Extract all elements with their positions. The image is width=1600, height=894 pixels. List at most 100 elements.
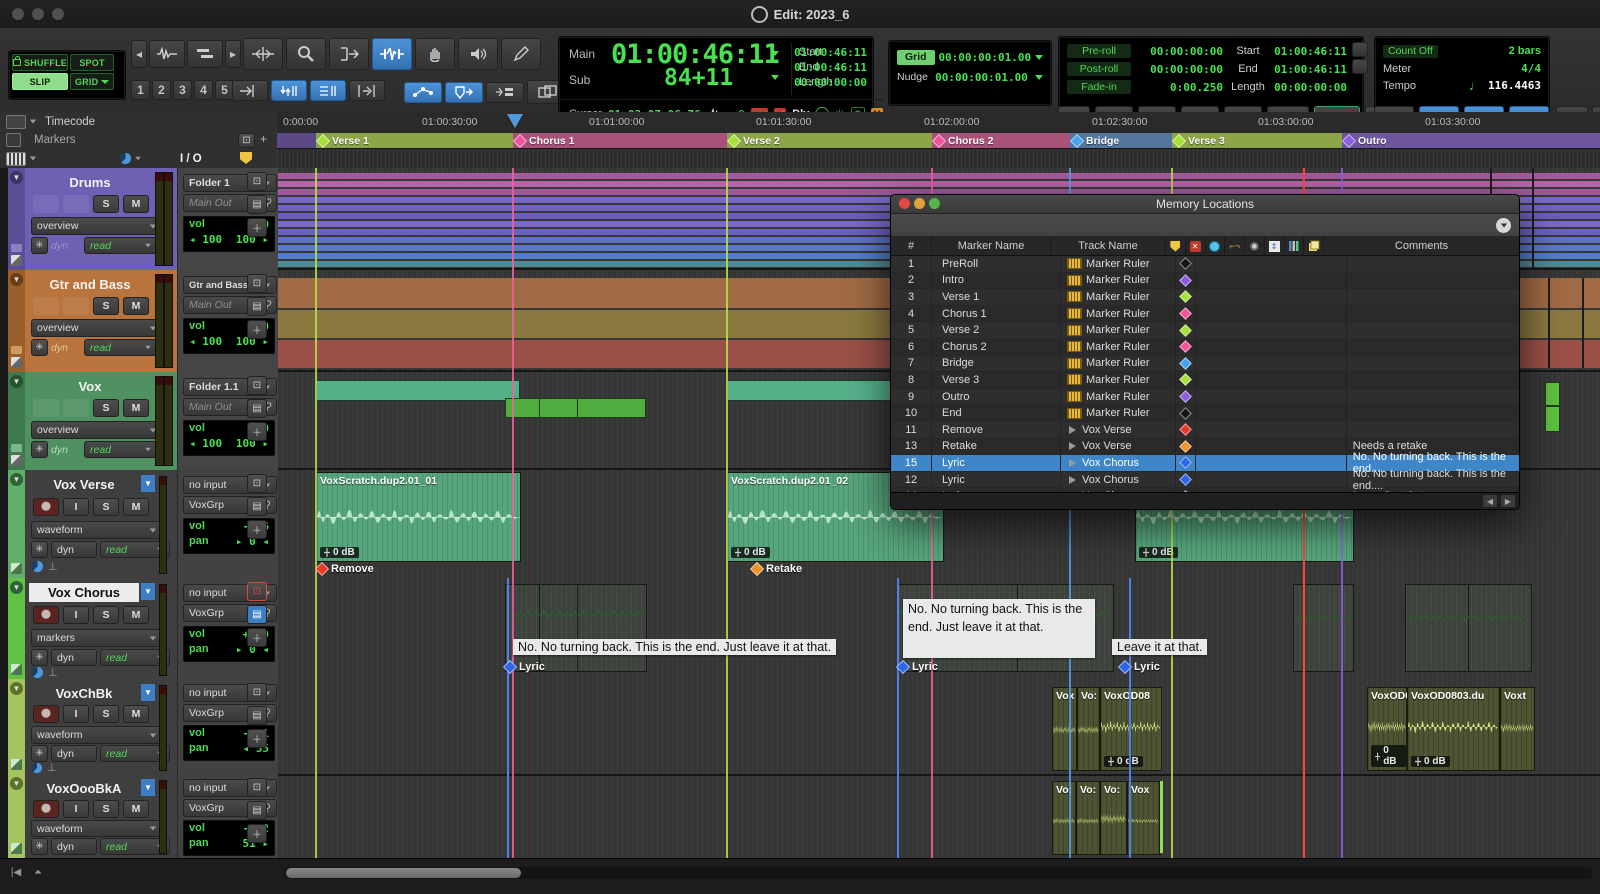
clip-gain-badge[interactable]: 0 dB bbox=[1371, 745, 1406, 767]
markers-ruler-label[interactable]: Markers bbox=[34, 134, 76, 146]
pan-left-value[interactable]: ◂ 100 bbox=[189, 233, 222, 246]
link-timeline-edit-icon[interactable] bbox=[271, 80, 307, 101]
track-name-vox-verse[interactable]: Vox Verse bbox=[29, 475, 139, 494]
sel-start-value[interactable]: 01:00:46:11 bbox=[775, 45, 867, 60]
location-diamond-icon[interactable] bbox=[1179, 390, 1192, 403]
timebase-selector-icon[interactable]: ▼ bbox=[141, 779, 155, 796]
track-view-selector[interactable]: waveform bbox=[31, 820, 163, 837]
record-enable-button[interactable] bbox=[33, 800, 59, 818]
collapse-track-icon[interactable]: ▼ bbox=[10, 777, 23, 790]
group-property-icon[interactable] bbox=[1285, 237, 1305, 255]
markers-ruler-icon[interactable] bbox=[6, 133, 21, 147]
zoom-preset-1-button[interactable]: 1 bbox=[131, 80, 150, 100]
track-header-vox-verse[interactable]: ▼ Vox Verse ▼ I S M waveform ✳ dyn read … bbox=[0, 470, 277, 580]
location-diamond-icon[interactable] bbox=[1179, 423, 1192, 436]
oooa-clip-2[interactable]: Vo: bbox=[1076, 781, 1100, 855]
record-enable-button[interactable] bbox=[33, 705, 59, 723]
comments-button[interactable]: ▤ bbox=[247, 706, 267, 725]
memory-row[interactable]: 1 PreRoll Marker Ruler bbox=[891, 256, 1519, 273]
mute-button[interactable]: M bbox=[123, 195, 149, 213]
memory-row[interactable]: 2 Intro Marker Ruler bbox=[891, 273, 1519, 290]
marker-band-chorus1[interactable]: Chorus 1 bbox=[513, 133, 728, 148]
elastic-audio-button[interactable]: ✳ bbox=[31, 745, 48, 762]
oooa-clip-4[interactable]: Vox bbox=[1127, 781, 1160, 855]
tab-to-transient-icon[interactable] bbox=[232, 80, 268, 101]
go-to-start-icon[interactable]: |◀ bbox=[8, 865, 24, 879]
location-diamond-icon[interactable] bbox=[1179, 473, 1192, 486]
track-view-selector[interactable]: overview bbox=[31, 421, 163, 439]
meter-value[interactable]: 4/4 bbox=[1521, 62, 1541, 75]
pre-roll-value[interactable]: 00:00:00:00 bbox=[1131, 45, 1223, 58]
chbk-clip-2[interactable]: Vo: bbox=[1077, 687, 1100, 771]
tempo-label[interactable]: Tempo bbox=[1383, 80, 1416, 92]
comments-button[interactable]: ▤ bbox=[247, 399, 267, 418]
chbk-clip-5[interactable]: VoxOD0803.du 0 dB bbox=[1407, 687, 1500, 771]
transport-expand-top-button[interactable] bbox=[1352, 42, 1368, 57]
record-enable-button[interactable] bbox=[33, 606, 59, 624]
pre-roll-toggle[interactable]: Pre-roll bbox=[1067, 44, 1131, 58]
voxoooa-lane[interactable]: Vo: Vo: Vo: Vox bbox=[277, 776, 1600, 858]
verse2-marker-icon[interactable] bbox=[727, 133, 741, 147]
automation-mode-selector[interactable]: read bbox=[84, 441, 158, 458]
collapse-folder-icon[interactable]: ▼ bbox=[10, 273, 23, 286]
output-window-icon[interactable]: ⊥ bbox=[48, 560, 58, 573]
output-window-icon[interactable]: ⊥ bbox=[47, 761, 57, 774]
count-off-value[interactable]: 2 bars bbox=[1509, 45, 1541, 57]
insert-add-button[interactable]: ＋ bbox=[247, 320, 267, 339]
zoomer-tool-icon[interactable] bbox=[286, 38, 326, 70]
grid-value[interactable]: 00:00:00:01.00 bbox=[938, 51, 1031, 64]
record-enable-button[interactable] bbox=[33, 498, 59, 516]
sub-counter-value[interactable]: 84+11 bbox=[664, 65, 733, 91]
location-diamond-icon[interactable] bbox=[1179, 407, 1192, 420]
comments-button[interactable]: ▤ bbox=[247, 801, 267, 820]
marker-band-verse2[interactable]: Verse 2 bbox=[727, 133, 933, 148]
clip-gain-badge[interactable]: 0 dB bbox=[1411, 756, 1450, 767]
input-monitor-button[interactable]: I bbox=[63, 606, 89, 624]
waveform-zoom-icon[interactable] bbox=[149, 40, 185, 68]
chorus1-marker-icon[interactable] bbox=[513, 133, 527, 147]
fade-in-value[interactable]: 0:00.250 bbox=[1131, 81, 1223, 94]
tempo-value[interactable]: 116.4463 bbox=[1488, 79, 1541, 92]
mute-button[interactable]: M bbox=[123, 399, 149, 417]
location-diamond-icon[interactable] bbox=[1179, 274, 1192, 287]
elapsed-clock-icon[interactable] bbox=[31, 560, 44, 573]
memory-row[interactable]: 9 Outro Marker Ruler bbox=[891, 389, 1519, 406]
track-keyboard-icon[interactable] bbox=[6, 152, 26, 166]
lyric-text-2[interactable]: No. No turning back. This is the end. Ju… bbox=[903, 599, 1095, 658]
track-header-vox[interactable]: ▼ Vox S M overview ✳ dyn read Folder 1.1 bbox=[0, 372, 277, 472]
transport-expand-bottom-button[interactable] bbox=[1352, 59, 1368, 74]
trim-tool-icon[interactable] bbox=[243, 38, 283, 70]
track-view-selector[interactable]: markers bbox=[31, 629, 163, 647]
marker-band-chorus2[interactable]: Chorus 2 bbox=[932, 133, 1071, 148]
elastic-audio-button[interactable]: ✳ bbox=[31, 237, 48, 254]
nudge-label[interactable]: Nudge bbox=[897, 71, 928, 83]
clip-gain-badge[interactable]: 0 dB bbox=[1104, 756, 1143, 767]
pre-post-roll-property-icon[interactable]: ⌐¬ bbox=[1225, 237, 1245, 255]
oooa-clip-3[interactable]: Vo: bbox=[1100, 781, 1127, 855]
timecode-ruler-label[interactable]: Timecode bbox=[45, 116, 95, 128]
markers-ruler-header[interactable]: Markers ⊡ + bbox=[0, 131, 278, 150]
meter-label[interactable]: Meter bbox=[1383, 63, 1411, 75]
comments-button[interactable]: ▤ bbox=[247, 605, 267, 624]
dyn-button[interactable]: dyn bbox=[51, 649, 97, 666]
transport-end-value[interactable]: 01:00:46:11 bbox=[1273, 63, 1347, 76]
insert-add-button[interactable]: ＋ bbox=[247, 520, 267, 539]
track-header-gtr-bass[interactable]: ▼ Gtr and Bass S M overview ✳ dyn read G… bbox=[0, 270, 277, 374]
capture-referenced-icon[interactable] bbox=[445, 82, 483, 103]
insert-add-button[interactable]: ＋ bbox=[247, 729, 267, 748]
track-freeze-button[interactable]: ⊡ bbox=[247, 582, 267, 601]
comments-button[interactable]: ▤ bbox=[247, 497, 267, 516]
verse3-marker-icon[interactable] bbox=[1172, 133, 1186, 147]
zoom-window-icon[interactable] bbox=[929, 198, 940, 209]
track-view-selector[interactable]: waveform bbox=[31, 726, 163, 744]
ruler-list-icon[interactable] bbox=[6, 115, 26, 129]
remove-marker-icon[interactable] bbox=[315, 562, 329, 576]
nudge-caret-icon[interactable] bbox=[1035, 75, 1043, 80]
edit-insertion-arrow-icon[interactable] bbox=[507, 114, 523, 128]
retake-marker-icon[interactable] bbox=[750, 562, 764, 576]
elastic-audio-button[interactable]: ✳ bbox=[31, 339, 48, 356]
nudge-value[interactable]: 00:00:00:01.00 bbox=[935, 71, 1028, 84]
lyric-marker-icon[interactable] bbox=[896, 660, 910, 674]
location-diamond-icon[interactable] bbox=[1179, 291, 1192, 304]
track-freeze-button[interactable]: ⊡ bbox=[247, 376, 267, 395]
